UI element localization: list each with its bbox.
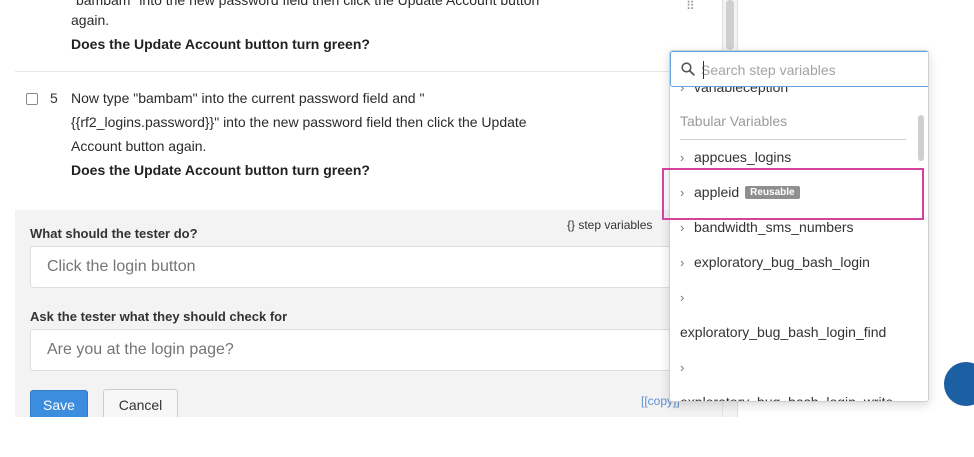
group-divider <box>680 139 906 140</box>
chevron-right-icon: › <box>680 87 685 95</box>
chevron-right-icon: › <box>680 360 685 375</box>
step-variables-dropdown: ›variableception Tabular Variables ›appc… <box>669 50 929 402</box>
check-for-input[interactable] <box>30 329 710 371</box>
step-5-text-line3: Account button again. <box>71 138 207 154</box>
step-5-question: Does the Update Account button turn gree… <box>71 162 370 178</box>
prev-step-text-line1: "bambam" into the new password field the… <box>71 0 540 8</box>
list-item[interactable]: › appcues_logins <box>680 149 791 165</box>
check-for-label: Ask the tester what they should check fo… <box>30 309 288 324</box>
drag-handle-icon[interactable]: ⠿ <box>686 0 698 14</box>
highlight-box <box>662 168 924 220</box>
search-input[interactable] <box>701 59 921 81</box>
test-editor-page: "bambam" into the new password field the… <box>0 0 974 457</box>
page-bottom <box>0 417 974 457</box>
step-5-checkbox[interactable] <box>26 93 38 105</box>
step-5-text-line2: {{rf2_logins.password}}" into the new pa… <box>71 114 527 130</box>
save-button[interactable]: Save <box>30 390 88 420</box>
chevron-right-icon: › <box>680 220 685 235</box>
list-item[interactable]: exploratory_bug_bash_login_write <box>680 394 893 401</box>
text-caret <box>703 61 704 79</box>
list-item-chevron[interactable]: › <box>680 289 694 305</box>
list-item[interactable]: › bandwidth_sms_numbers <box>680 219 854 235</box>
search-box[interactable] <box>670 51 928 87</box>
chevron-right-icon: › <box>680 255 685 270</box>
step-variables-link[interactable]: {} step variables <box>567 218 652 232</box>
tester-do-input[interactable] <box>30 246 710 288</box>
page-scrollbar-thumb[interactable] <box>726 0 734 50</box>
variables-list: › variableception Tabular Variables › appc… <box>670 87 928 401</box>
prev-step-question: Does the Update Account button turn gree… <box>71 36 370 52</box>
chat-launcher-icon[interactable] <box>944 362 974 406</box>
list-item-chevron[interactable]: › <box>680 359 694 375</box>
dropdown-scrollbar-thumb[interactable] <box>918 115 924 161</box>
list-item[interactable]: › variableception <box>680 87 788 95</box>
chevron-right-icon: › <box>680 290 685 305</box>
search-icon <box>681 62 695 76</box>
group-label: Tabular Variables <box>680 113 788 129</box>
list-item[interactable]: › exploratory_bug_bash_login <box>680 254 870 270</box>
step-number: 5 <box>50 90 58 106</box>
step-divider <box>15 71 722 72</box>
step-5-text-line1: Now type "bambam" into the current passw… <box>71 90 425 106</box>
prev-step-text-line2: again. <box>71 12 110 28</box>
list-item[interactable]: exploratory_bug_bash_login_find <box>680 324 886 340</box>
tester-do-label: What should the tester do? <box>30 226 198 241</box>
chevron-right-icon: › <box>680 150 685 165</box>
